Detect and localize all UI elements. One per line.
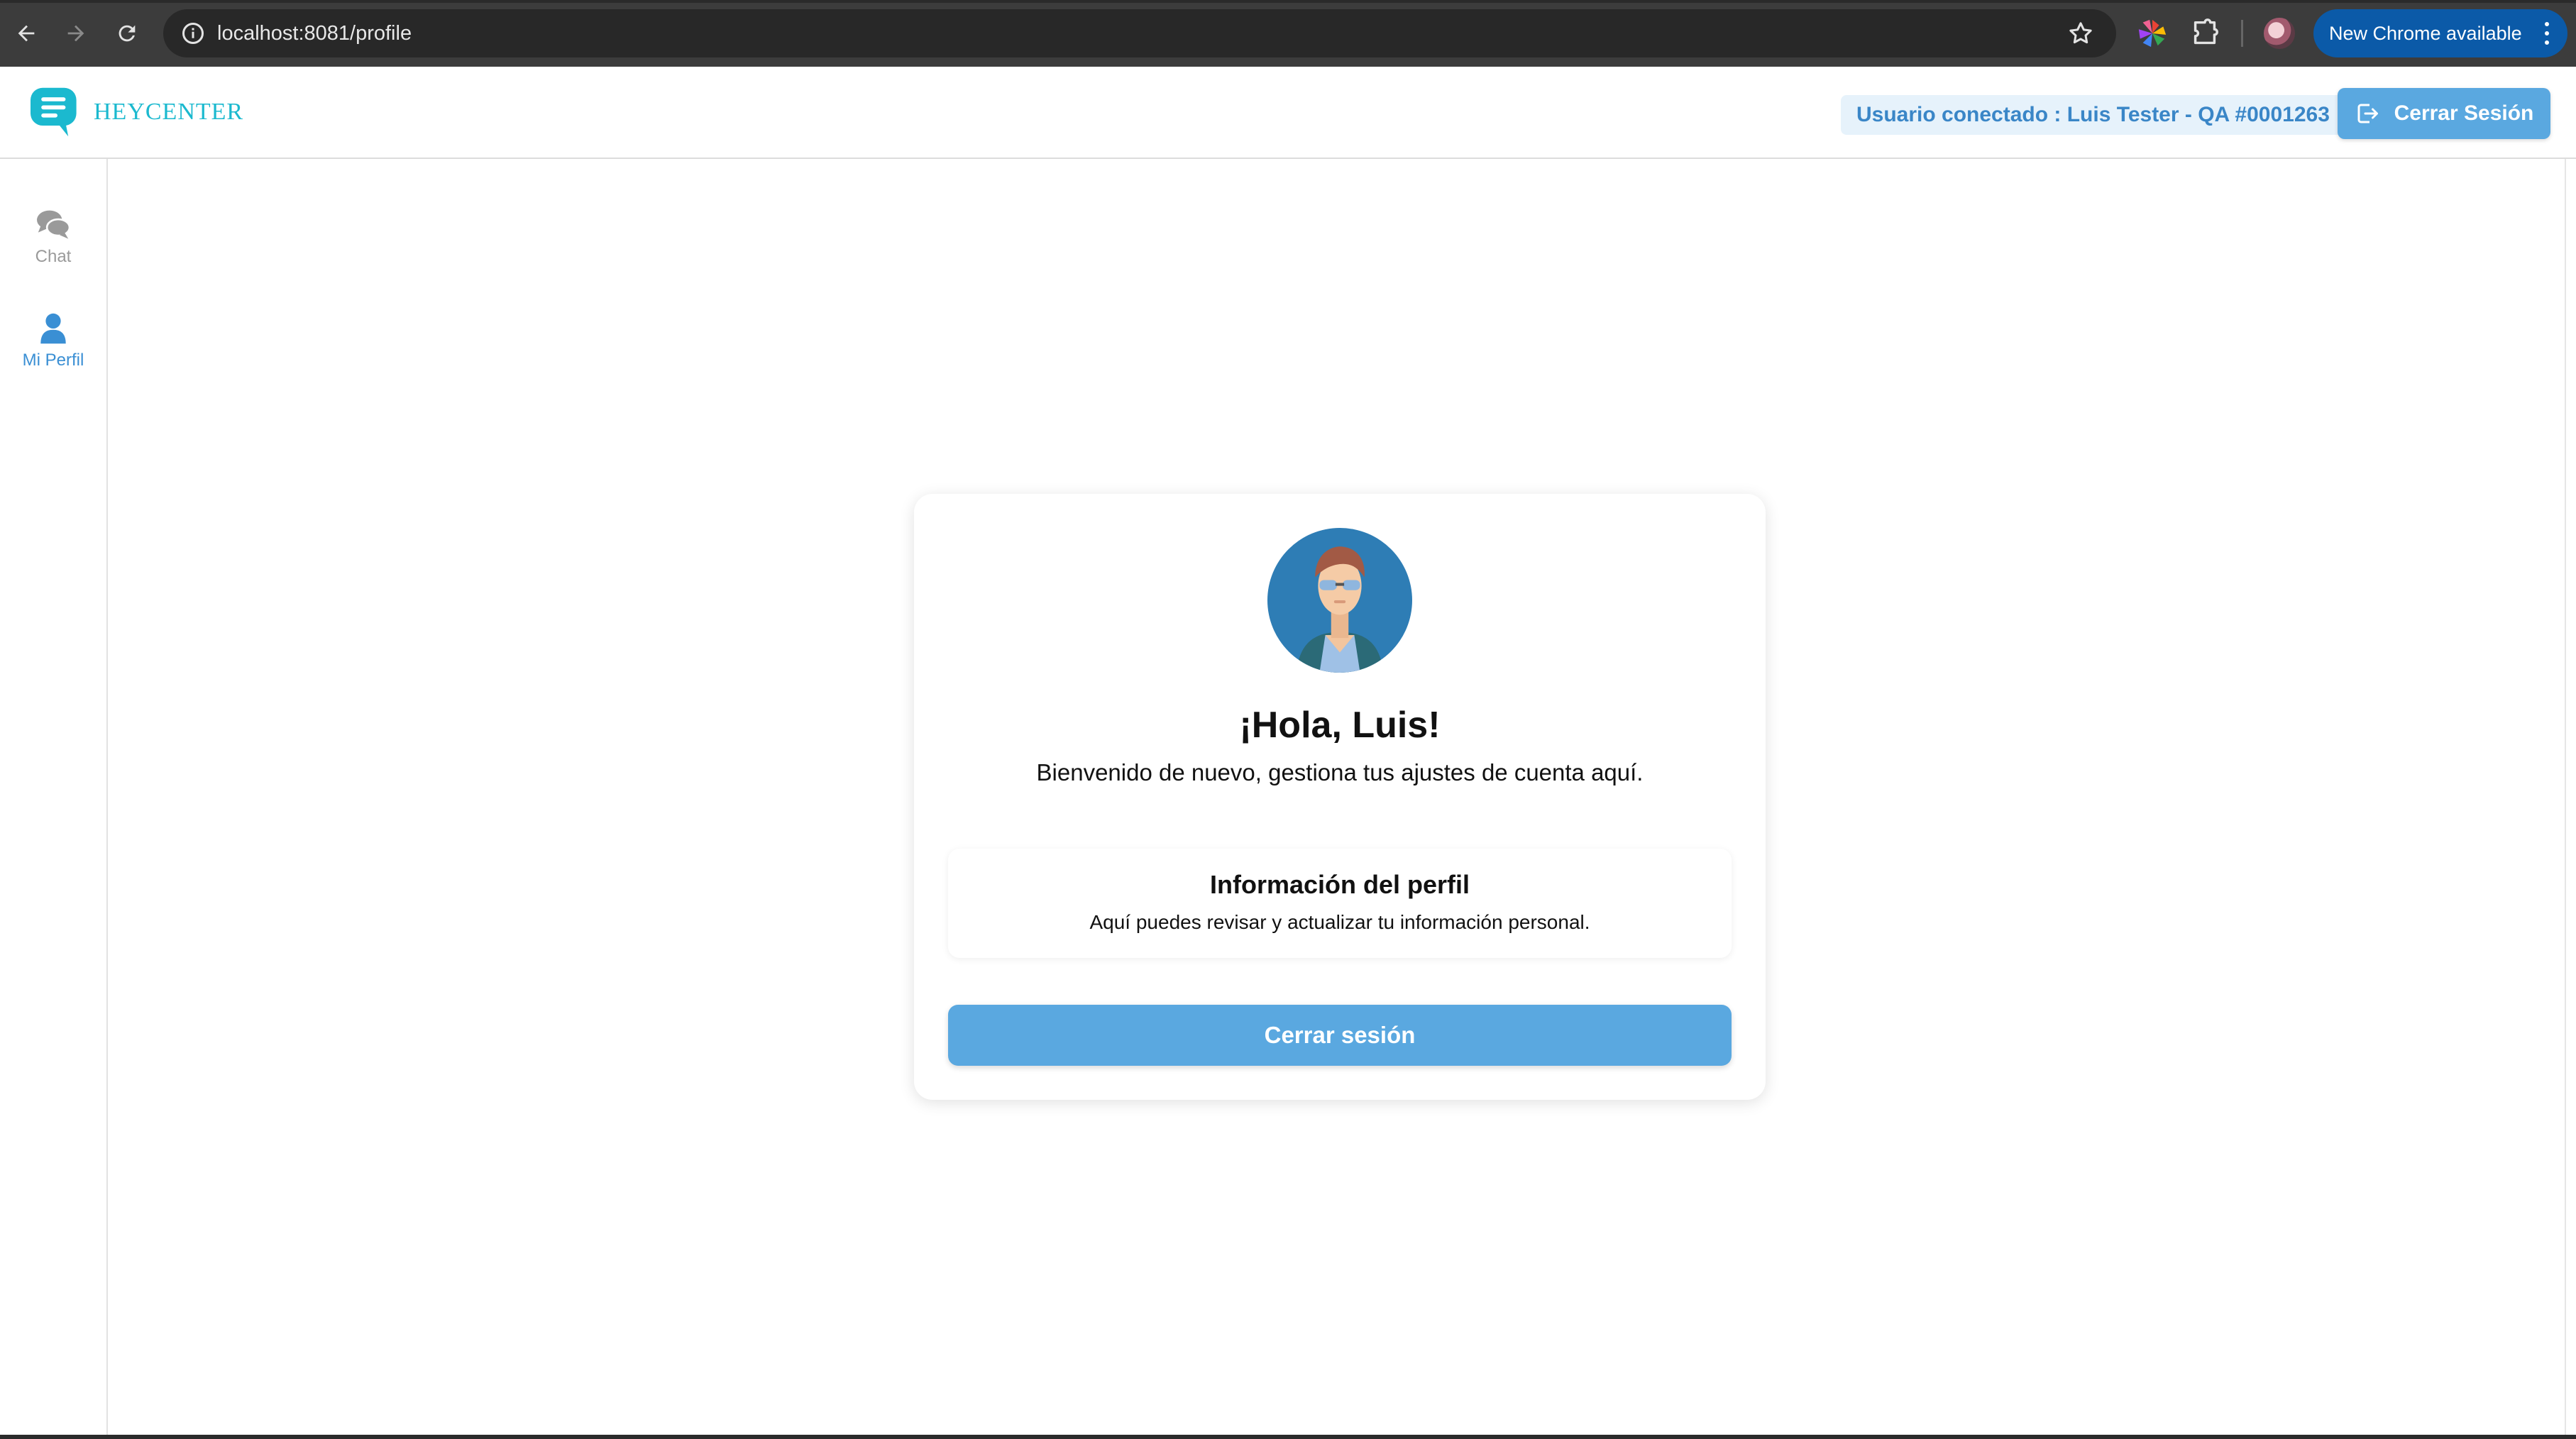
browser-profile-avatar[interactable] — [2264, 18, 2295, 49]
browser-toolbar: localhost:8081/profile New Chrome availa… — [0, 0, 2576, 67]
kebab-menu-icon[interactable] — [2545, 22, 2550, 45]
toolbar-separator — [2241, 20, 2243, 47]
color-extension-icon[interactable] — [2136, 17, 2169, 50]
welcome-text: Bienvenido de nuevo, gestiona tus ajuste… — [1036, 759, 1644, 785]
tab-strip-edge — [0, 0, 2576, 3]
arrow-right-icon — [67, 25, 84, 42]
page-right-edge — [2565, 159, 2576, 1436]
user-avatar-illustration — [1267, 528, 1412, 673]
sidebar-item-label: Mi Perfil — [22, 351, 84, 370]
reload-button[interactable] — [109, 16, 145, 51]
update-label: New Chrome available — [2329, 22, 2522, 44]
sidebar-item-profile[interactable]: Mi Perfil — [0, 312, 106, 370]
profile-info-title: Información del perfil — [1209, 870, 1470, 899]
logout-icon — [2357, 104, 2378, 123]
avatar — [1267, 528, 1412, 673]
sidebar-item-label: Chat — [35, 247, 72, 266]
chat-bubble-logo-icon — [31, 87, 77, 137]
user-icon — [40, 313, 66, 344]
arrow-left-icon — [18, 25, 35, 42]
greeting-heading: ¡Hola, Luis! — [1239, 705, 1441, 746]
sidebar-item-chat[interactable]: Chat — [0, 209, 106, 267]
reload-icon — [119, 25, 136, 42]
app-header: HEYCENTER Usuario conectado : Luis Teste… — [0, 67, 2576, 159]
profile-card: ¡Hola, Luis! Bienvenido de nuevo, gestio… — [914, 494, 1766, 1100]
back-button[interactable] — [9, 16, 44, 51]
logo-text: HEYCENTER — [94, 99, 244, 125]
profile-info-section[interactable]: Información del perfil Aquí puedes revis… — [948, 849, 1732, 958]
logout-button[interactable]: Cerrar sesión — [948, 1005, 1732, 1066]
address-bar[interactable]: localhost:8081/profile — [163, 9, 2116, 57]
connected-user-badge: Usuario conectado : Luis Tester - QA #00… — [1841, 95, 2345, 135]
header-logout-button[interactable]: Cerrar Sesión — [2338, 88, 2550, 139]
chat-icon — [37, 210, 71, 239]
header-logout-label: Cerrar Sesión — [2394, 101, 2534, 125]
url-text[interactable]: localhost:8081/profile — [217, 21, 412, 46]
window-bottom-edge — [0, 1435, 2576, 1439]
profile-info-description: Aquí puedes revisar y actualizar tu info… — [1089, 911, 1590, 933]
sidebar: Chat Mi Perfil — [0, 159, 108, 1436]
site-info-icon[interactable] — [180, 21, 206, 46]
bookmark-star-icon[interactable] — [2066, 19, 2095, 48]
logo[interactable]: HEYCENTER — [27, 85, 243, 139]
forward-button[interactable] — [58, 16, 94, 51]
chrome-update-button[interactable]: New Chrome available — [2313, 9, 2567, 57]
extensions-puzzle-icon[interactable] — [2189, 17, 2221, 50]
